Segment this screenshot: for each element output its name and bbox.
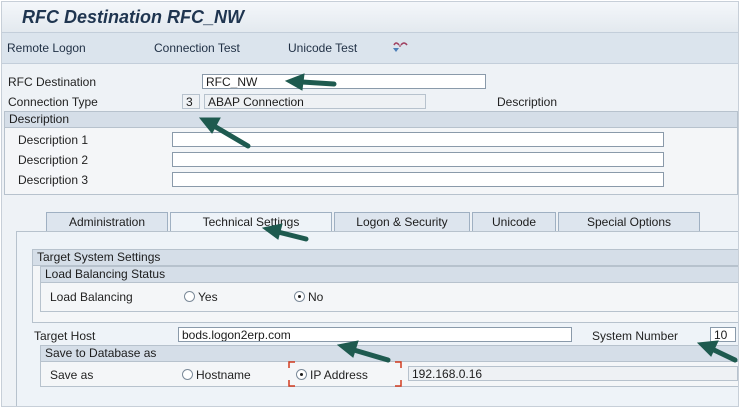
arrow-icon [711,347,738,363]
arrow-icon [336,340,359,358]
arrow-icon [351,347,391,363]
arrow-icon [284,73,305,91]
arrow-icon [211,123,251,149]
sap-window: RFC Destination RFC_NW Remote Logon Conn… [1,1,739,407]
arrow-icon [299,79,337,87]
arrow-icon [696,340,719,357]
arrow-icon [261,223,283,240]
annotation-arrows [198,73,738,363]
arrow-icon [275,229,309,242]
